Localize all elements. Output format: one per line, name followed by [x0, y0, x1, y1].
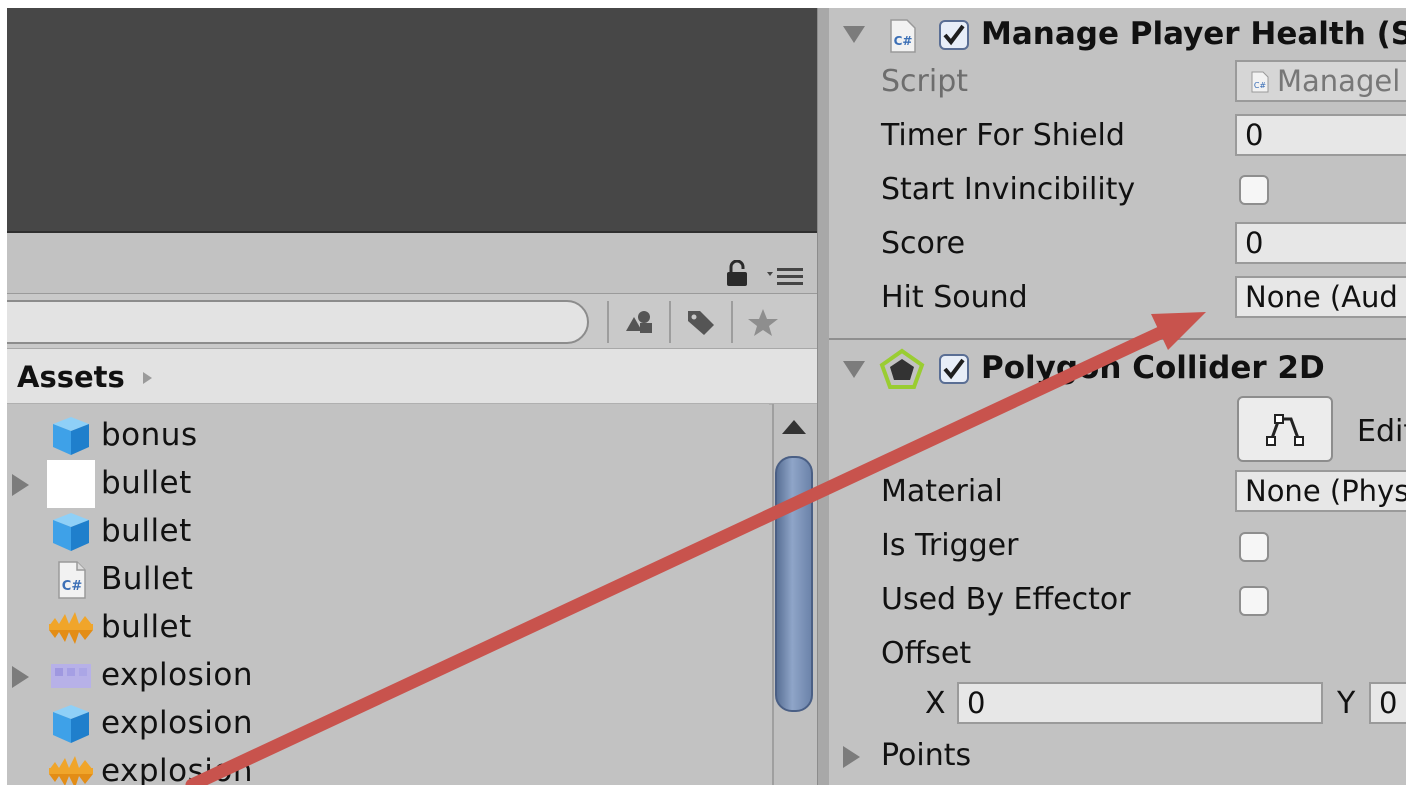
annotation-arrow-icon — [185, 312, 1206, 785]
